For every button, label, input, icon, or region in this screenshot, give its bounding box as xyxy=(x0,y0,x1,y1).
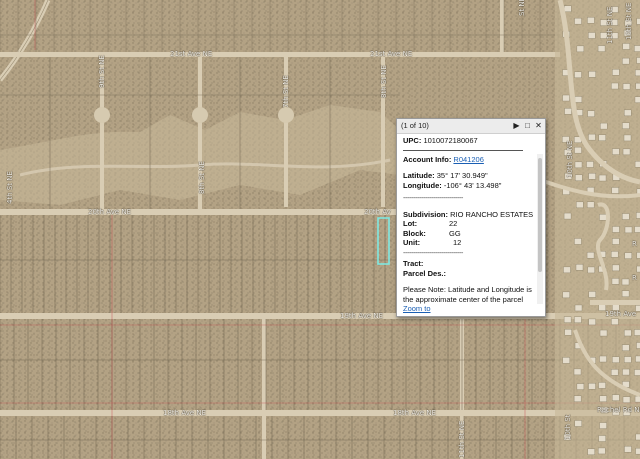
block-label: Block: xyxy=(403,228,426,238)
separator-1: ------------------------------ xyxy=(403,193,463,202)
road-label-8th-st-b: 8th St NE xyxy=(198,161,206,194)
road-label-10th-st-bottom: 10th St xyxy=(564,414,572,440)
zoom-to-link[interactable]: Zoom to xyxy=(403,304,431,313)
popup-counter: (1 of 10) xyxy=(401,121,429,130)
road-label-10th-st-right: 10th St NE xyxy=(625,2,633,40)
road-label-11th-st: 11th St NE xyxy=(458,420,466,458)
location-note: Please Note: Latitude and Longitude is t… xyxy=(403,285,532,304)
road-label-10th-st: 10th St NE xyxy=(566,140,574,178)
close-icon[interactable]: ✕ xyxy=(534,121,543,130)
separator-2: ------------------------------ xyxy=(403,247,463,257)
unit-label: Unit: xyxy=(403,238,421,247)
road-label-21st-ave-a: 21st Ave NE xyxy=(170,50,213,58)
longitude-value: -106° 43' 13.498" xyxy=(443,180,502,190)
subdivision-label: Subdivision: xyxy=(403,209,448,219)
aerial-map[interactable]: 21st Ave NE 21st Ave NE 20th Ave NE 20th… xyxy=(0,0,640,459)
road-label-19th-ave-right: 19th Ave xyxy=(605,310,637,318)
upc-label: UPC: xyxy=(403,136,422,145)
road-label-20th-ave-b: 20th Av xyxy=(364,208,391,216)
unit-value: 12 xyxy=(453,238,462,247)
road-label-20th-ave-a: 20th Ave NE xyxy=(88,208,132,216)
road-label-19th-ave: 19th Ave NE xyxy=(340,312,384,320)
latitude-label: Latitude: xyxy=(403,171,435,180)
account-link[interactable]: R041206 xyxy=(453,155,483,164)
road-label-18th-ave-a: 18th Ave NE xyxy=(163,409,207,417)
road-label-r-1: R xyxy=(632,240,637,248)
road-label-18th-ave-b: 18th Ave NE xyxy=(393,409,437,417)
road-label-8th-st: 8th St NE xyxy=(380,65,388,98)
longitude-label: Longitude: xyxy=(403,180,442,190)
popup-header: (1 of 10) ▶ □ ✕ xyxy=(397,119,545,134)
road-label-7th-st: 7th St NE xyxy=(282,75,290,108)
subdivision-value: RIO RANCHO ESTATES xyxy=(450,209,534,219)
road-label-st-top: St NE xyxy=(518,0,526,16)
road-label-21st-ave-b: 21st Ave NE xyxy=(370,50,413,58)
road-label-r-2: R xyxy=(632,274,637,282)
latitude-value: 35° 17' 30.949" xyxy=(436,171,488,180)
scroll-thumb[interactable] xyxy=(538,158,542,272)
account-label: Account Info: xyxy=(403,154,452,164)
road-label-9th-st: 9th St NE xyxy=(98,55,106,88)
road-label-11th-st-top: 11th St NE xyxy=(606,6,614,44)
next-arrow-icon[interactable]: ▶ xyxy=(512,121,521,130)
maximize-icon[interactable]: □ xyxy=(523,121,532,130)
popup-content[interactable]: UPC: 1010072180067 Account Info: R041206… xyxy=(397,134,545,304)
popup-scrollbar[interactable] xyxy=(537,154,543,304)
upc-value: 1010072180067 xyxy=(423,136,478,145)
block-value: GG xyxy=(449,228,461,238)
divider xyxy=(403,149,523,151)
lot-label: Lot: xyxy=(403,219,418,228)
tract-label: Tract: xyxy=(403,259,424,268)
parcel-des-label: Parcel Des.: xyxy=(403,268,446,278)
parcel-info-popup: (1 of 10) ▶ □ ✕ UPC: 1010072180067 Accou… xyxy=(396,118,546,317)
road-label-4th-st: 4th St NE xyxy=(6,171,14,204)
road-label-rachel-rd: Rachel Rd NE xyxy=(597,406,640,414)
lot-value: 22 xyxy=(449,219,458,228)
